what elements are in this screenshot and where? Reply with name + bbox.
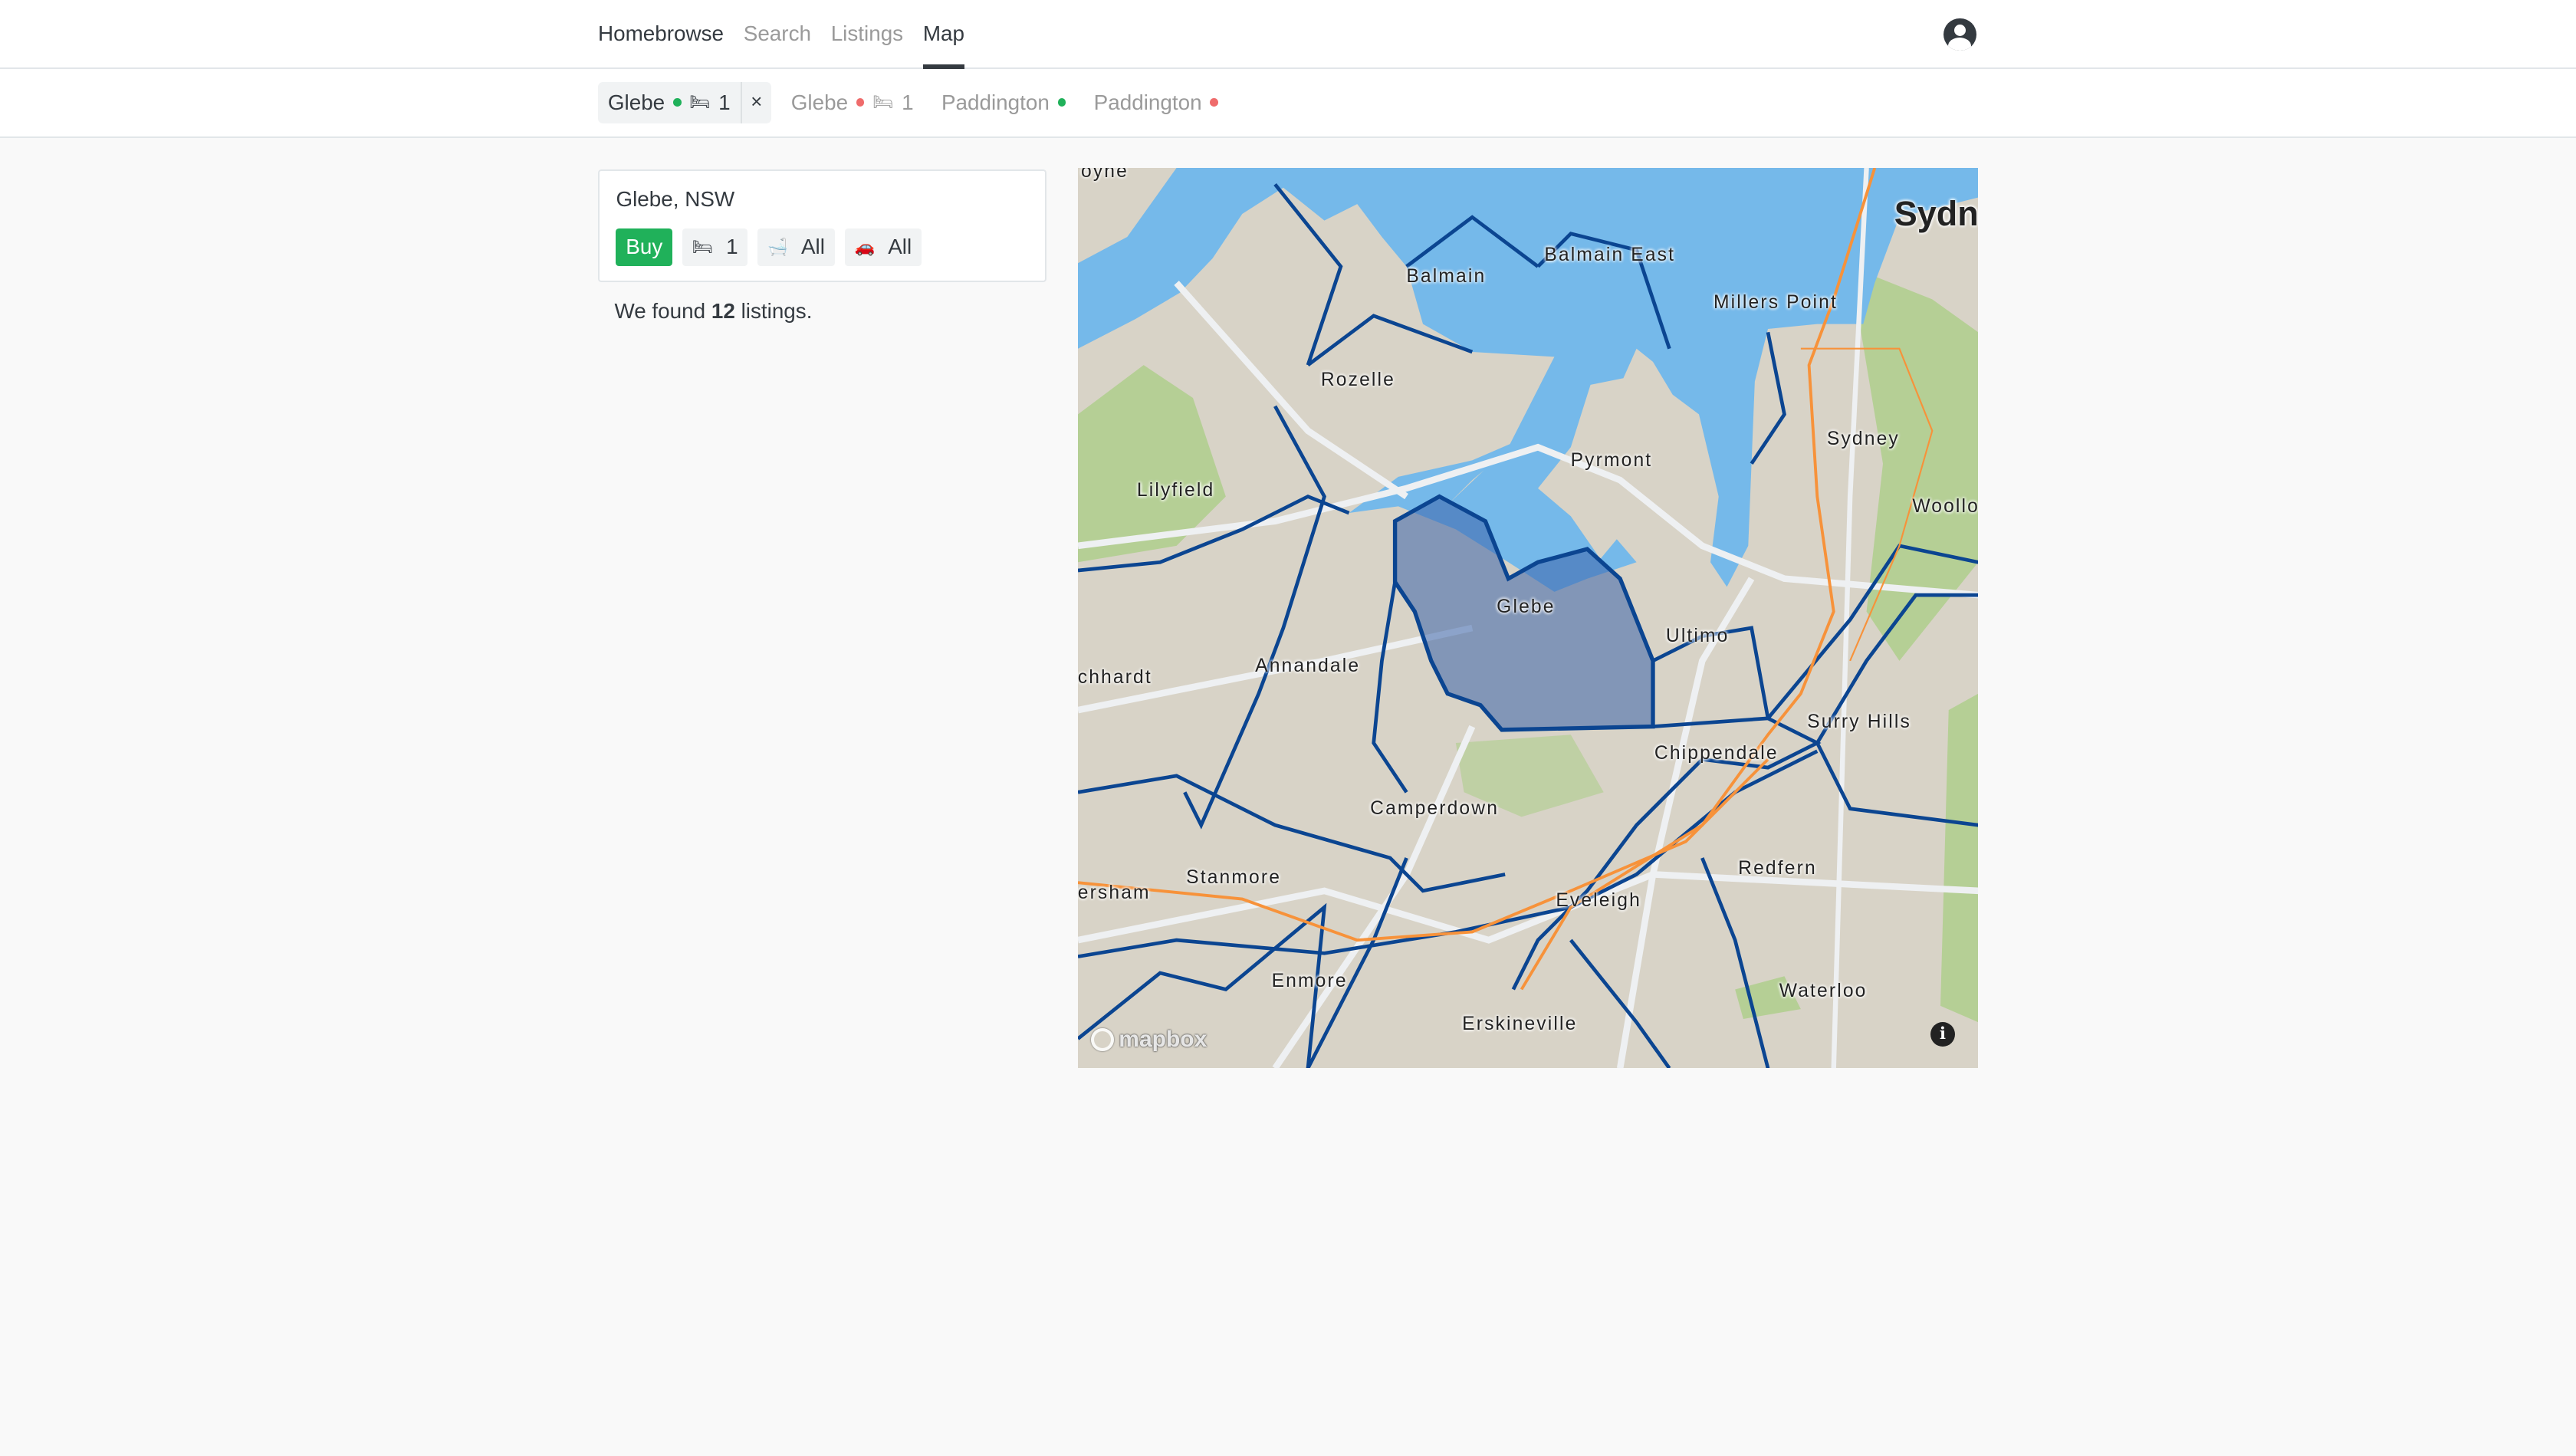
tab-beds: 1	[902, 90, 914, 114]
cars-value: All	[888, 235, 912, 259]
tab-beds: 1	[718, 90, 731, 114]
beds-filter-button[interactable]: 🛏 1	[682, 228, 748, 266]
map-label: Waterloo	[1779, 981, 1868, 1002]
status-dot	[1057, 98, 1066, 107]
tab-paddington-2[interactable]: Paddington	[1084, 82, 1228, 123]
status-dot	[672, 98, 682, 107]
map-label: chhardt	[1077, 667, 1152, 688]
bed-icon: 🛏	[692, 237, 713, 256]
brand-link[interactable]: Homebrowse	[598, 21, 724, 46]
map-label: Rozelle	[1320, 370, 1395, 391]
map-label: Redfern	[1738, 857, 1817, 879]
map-label: Glebe	[1497, 596, 1556, 617]
map-label: Eveleigh	[1556, 890, 1641, 912]
map-label: oyne	[1081, 167, 1129, 182]
map-label: Lilyfield	[1136, 479, 1215, 501]
mapbox-logo-icon	[1090, 1028, 1114, 1052]
nav-map[interactable]: Map	[922, 0, 965, 69]
buy-filter-button[interactable]: Buy	[616, 228, 673, 266]
user-avatar-icon[interactable]	[1944, 18, 1976, 51]
top-nav: Homebrowse Search Listings Map	[0, 0, 2576, 69]
tab-glebe-2[interactable]: Glebe 🛏 1	[781, 82, 924, 123]
close-tab-button[interactable]: ×	[740, 81, 772, 123]
baths-filter-button[interactable]: 🛁 All	[757, 228, 835, 266]
status-dot	[856, 98, 865, 107]
map[interactable]: oyne Balmain Balmain East Sydn Millers P…	[1077, 167, 1979, 1068]
car-icon: 🚗	[854, 237, 876, 256]
map-label: ersham	[1077, 882, 1151, 903]
tab-label: Glebe	[790, 90, 849, 114]
map-label: Pyrmont	[1570, 450, 1653, 472]
tab-label: Paddington	[941, 90, 1050, 114]
beds-value: 1	[726, 235, 738, 259]
tab-glebe-1[interactable]: Glebe 🛏 1	[598, 81, 741, 123]
status-dot	[1210, 98, 1218, 107]
results-number: 12	[711, 299, 735, 323]
map-label: Chippendale	[1654, 742, 1779, 764]
map-label: Sydney	[1826, 429, 1900, 450]
map-label: Sydn	[1894, 193, 1979, 233]
map-label: Annandale	[1255, 656, 1361, 676]
map-label: Camperdown	[1370, 798, 1500, 820]
tab-label: Paddington	[1093, 90, 1202, 114]
location-title: Glebe, NSW	[616, 187, 735, 212]
map-label: Balmain	[1406, 266, 1487, 288]
map-label: Stanmore	[1186, 867, 1282, 889]
nav-listings[interactable]: Listings	[831, 21, 903, 46]
results-count: We found 12 listings.	[614, 299, 812, 324]
search-tabs: Glebe 🛏 1 × Glebe 🛏 1 Paddington Padding…	[0, 68, 2576, 138]
search-summary-card: Glebe, NSW Buy 🛏 1 🛁 All 🚗 All	[598, 169, 1046, 283]
results-suffix: listings.	[741, 299, 813, 323]
cars-filter-button[interactable]: 🚗 All	[844, 228, 922, 266]
baths-value: All	[800, 235, 825, 259]
map-label: Enmore	[1271, 971, 1348, 992]
results-prefix: We found	[614, 299, 706, 323]
tab-label: Glebe	[607, 90, 665, 114]
mapbox-logo[interactable]: mapbox	[1090, 1027, 1208, 1053]
map-label: Ultimo	[1665, 626, 1730, 647]
map-label: Millers Point	[1714, 292, 1838, 314]
info-icon[interactable]: i	[1930, 1021, 1956, 1047]
map-label: Erskineville	[1462, 1014, 1578, 1035]
bed-icon: 🛏	[872, 93, 894, 112]
tab-paddington-1[interactable]: Paddington	[932, 82, 1076, 123]
map-label: Woollo	[1912, 496, 1979, 518]
map-label: Balmain East	[1544, 245, 1676, 266]
map-label: Surry Hills	[1807, 711, 1911, 732]
bath-icon: 🛁	[767, 237, 788, 256]
nav-search[interactable]: Search	[744, 21, 811, 46]
buy-label: Buy	[626, 235, 663, 259]
mapbox-wordmark: mapbox	[1119, 1027, 1208, 1053]
app: Homebrowse Search Listings Map Glebe 🛏 1…	[0, 0, 2576, 1456]
bed-icon: 🛏	[689, 93, 711, 112]
